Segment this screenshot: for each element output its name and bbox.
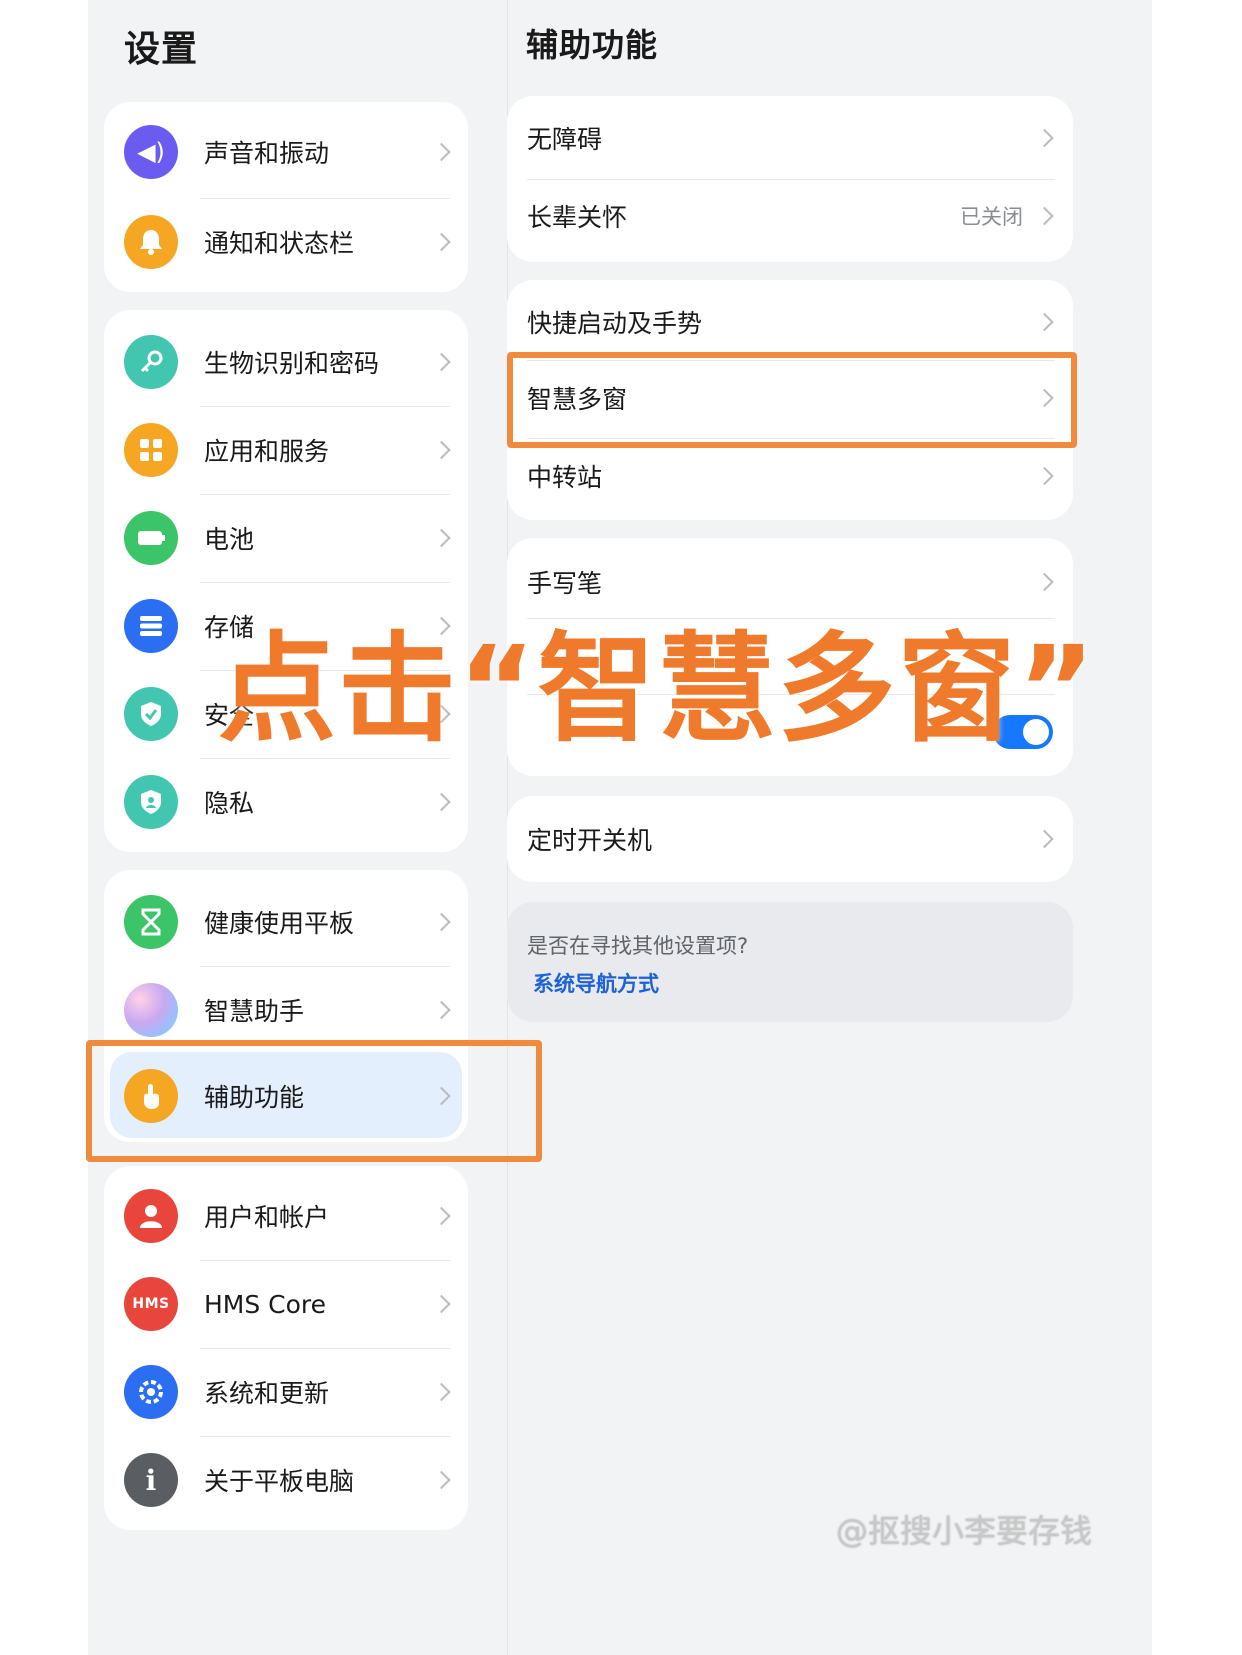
menu-item-label: 声音和振动 — [204, 139, 330, 168]
menu-item-label: 通知和状态栏 — [204, 229, 355, 258]
chevron-right-icon — [432, 1000, 451, 1020]
option-accessibility-features[interactable]: 无障碍 — [507, 96, 1073, 180]
option-label: 中转站 — [527, 463, 603, 492]
chevron-right-icon — [432, 232, 451, 252]
accessibility-group-4: 定时开关机 — [507, 796, 1073, 882]
menu-item-sound[interactable]: ◀) 声音和振动 — [104, 106, 468, 198]
chevron-right-icon — [432, 142, 451, 162]
chevron-right-icon — [432, 440, 451, 460]
chevron-right-icon — [432, 1206, 451, 1226]
chevron-right-icon — [432, 528, 451, 548]
key-icon — [124, 335, 178, 389]
battery-icon — [124, 511, 178, 565]
overlay-caption: 点击“智慧多窗” — [218, 620, 1098, 758]
settings-group-1: ◀) 声音和振动 通知和状态栏 — [104, 102, 468, 292]
settings-group-2: 生物识别和密码 应用和服务 电池 存储 安全 隐私 — [104, 310, 468, 852]
option-status: 已关闭 — [960, 205, 1023, 229]
assistant-icon — [124, 983, 178, 1037]
suggestion-question: 是否在寻找其他设置项? — [527, 934, 749, 958]
chevron-right-icon — [432, 912, 451, 932]
option-label: 手写笔 — [527, 569, 603, 598]
option-scheduled-power[interactable]: 定时开关机 — [507, 796, 1073, 882]
menu-item-label: 应用和服务 — [204, 437, 330, 466]
chevron-right-icon — [1035, 572, 1054, 592]
menu-item-apps[interactable]: 应用和服务 — [104, 404, 468, 496]
menu-item-label: 隐私 — [204, 789, 255, 818]
menu-item-label: 关于平板电脑 — [204, 1467, 355, 1496]
system-navigation-link[interactable]: 系统导航方式 — [533, 968, 659, 998]
storage-icon — [124, 599, 178, 653]
accessibility-group-1: 无障碍 长辈关怀 已关闭 — [507, 96, 1073, 262]
option-label: 长辈关怀 — [527, 203, 628, 232]
highlight-accessibility — [86, 1040, 542, 1162]
privacy-icon — [124, 775, 178, 829]
watermark: @抠搜小李要存钱 — [836, 1512, 1093, 1550]
highlight-smart-multi-window — [507, 352, 1077, 448]
chevron-right-icon — [432, 1382, 451, 1402]
menu-item-label: HMS Core — [204, 1289, 327, 1319]
menu-item-about[interactable]: i 关于平板电脑 — [104, 1434, 468, 1526]
menu-item-label: 健康使用平板 — [204, 909, 355, 938]
chevron-right-icon — [1035, 466, 1054, 486]
suggestion-card: 是否在寻找其他设置项? 系统导航方式 — [507, 902, 1073, 1022]
info-icon: i — [124, 1453, 178, 1507]
option-elder-care[interactable]: 长辈关怀 已关闭 — [507, 174, 1073, 258]
menu-item-battery[interactable]: 电池 — [104, 492, 468, 584]
menu-item-label: 生物识别和密码 — [204, 349, 380, 378]
menu-item-system-update[interactable]: 系统和更新 — [104, 1346, 468, 1438]
menu-item-notifications[interactable]: 通知和状态栏 — [104, 196, 468, 288]
option-stylus[interactable]: 手写笔 — [507, 540, 1073, 624]
system-gear-icon — [124, 1365, 178, 1419]
chevron-right-icon — [432, 1470, 451, 1490]
right-pane-title: 辅助功能 — [526, 26, 659, 64]
menu-item-users[interactable]: 用户和帐户 — [104, 1170, 468, 1262]
menu-item-digital-balance[interactable]: 健康使用平板 — [104, 876, 468, 968]
shield-check-icon — [124, 687, 178, 741]
option-label: 无障碍 — [527, 125, 603, 154]
menu-item-label: 用户和帐户 — [204, 1203, 330, 1232]
menu-item-biometrics[interactable]: 生物识别和密码 — [104, 316, 468, 408]
hourglass-icon — [124, 895, 178, 949]
menu-item-label: 系统和更新 — [204, 1379, 330, 1408]
menu-item-label: 智慧助手 — [204, 997, 305, 1026]
option-label: 快捷启动及手势 — [527, 309, 703, 338]
chevron-right-icon — [1035, 128, 1054, 148]
bell-icon — [124, 215, 178, 269]
chevron-right-icon — [1035, 206, 1054, 226]
left-pane-title: 设置 — [124, 29, 199, 70]
option-transfer-station[interactable]: 中转站 — [507, 436, 1073, 516]
apps-icon — [124, 423, 178, 477]
menu-item-privacy[interactable]: 隐私 — [104, 756, 468, 848]
menu-item-hms-core[interactable]: HMS HMS Core — [104, 1258, 468, 1350]
option-label: 定时开关机 — [527, 826, 653, 855]
chevron-right-icon — [1035, 829, 1054, 849]
sound-icon: ◀) — [124, 125, 178, 179]
chevron-right-icon — [432, 352, 451, 372]
chevron-right-icon — [432, 1294, 451, 1314]
hms-icon: HMS — [124, 1277, 178, 1331]
chevron-right-icon — [432, 792, 451, 812]
chevron-right-icon — [1035, 312, 1054, 332]
menu-item-label: 电池 — [204, 525, 255, 554]
settings-group-4: 用户和帐户 HMS HMS Core 系统和更新 i 关于平板电脑 — [104, 1166, 468, 1530]
user-icon — [124, 1189, 178, 1243]
